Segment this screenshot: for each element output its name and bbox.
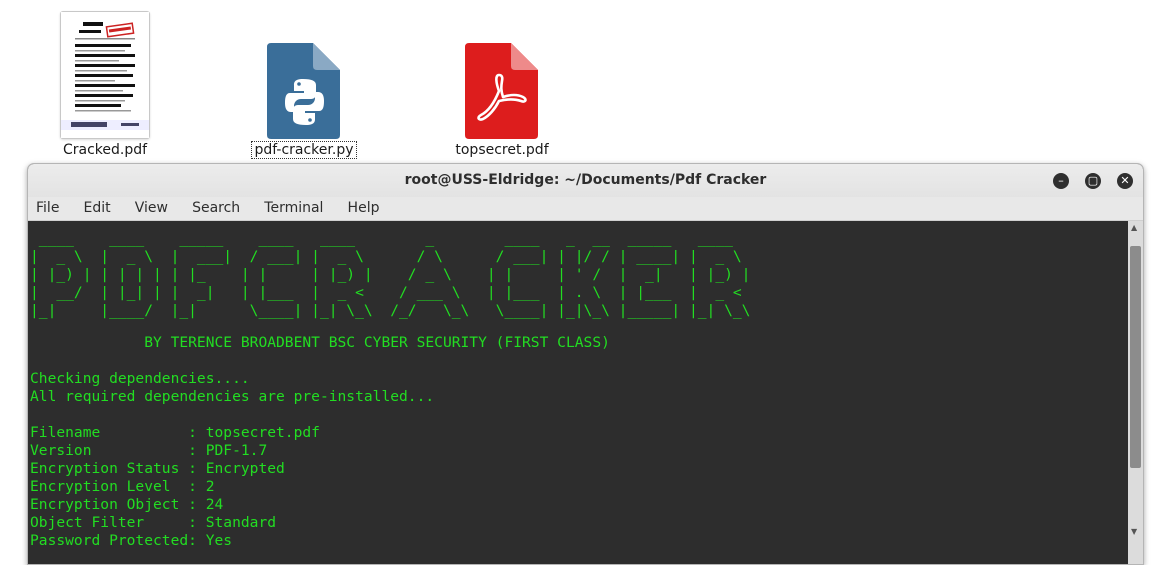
output-line: Version : PDF-1.7 xyxy=(30,442,268,459)
menu-view[interactable]: View xyxy=(135,197,168,220)
output-line: Encryption Level : 2 xyxy=(30,478,215,495)
maximize-icon[interactable]: ▢ xyxy=(1085,173,1101,189)
file-label: topsecret.pdf xyxy=(455,142,549,158)
window-titlebar[interactable]: root@USS-Eldridge: ~/Documents/Pdf Crack… xyxy=(28,164,1143,197)
output-line: Checking dependencies.... xyxy=(30,370,250,387)
scroll-down-icon[interactable]: ▼ xyxy=(1131,527,1137,536)
pdf-thumbnail-icon xyxy=(60,11,150,139)
menu-search[interactable]: Search xyxy=(192,197,240,220)
minimize-icon[interactable]: – xyxy=(1053,173,1069,189)
output-line: Object Filter : Standard xyxy=(30,514,277,531)
menu-bar: File Edit View Search Terminal Help xyxy=(28,197,1143,221)
byline: BY TERENCE BROADBENT BSC CYBER SECURITY … xyxy=(30,334,610,351)
output-line: Filename : topsecret.pdf xyxy=(30,424,320,441)
close-icon[interactable]: ✕ xyxy=(1117,173,1133,189)
file-label: pdf-cracker.py xyxy=(234,141,374,159)
terminal-output[interactable]: ____ ____ _____ ____ ____ _ ____ _ __ __… xyxy=(28,221,1128,564)
vertical-scrollbar[interactable]: ▲ ▼ xyxy=(1128,221,1143,564)
output-line: Encryption Object : 24 xyxy=(30,496,224,513)
menu-terminal[interactable]: Terminal xyxy=(264,197,323,220)
menu-edit[interactable]: Edit xyxy=(84,197,111,220)
scroll-thumb[interactable] xyxy=(1130,246,1141,468)
output-line: All required dependencies are pre-instal… xyxy=(30,388,435,405)
pdf-file-icon xyxy=(465,43,538,139)
menu-help[interactable]: Help xyxy=(348,197,380,220)
terminal-window[interactable]: root@USS-Eldridge: ~/Documents/Pdf Crack… xyxy=(27,163,1144,565)
output-line: Password Protected: Yes xyxy=(30,532,233,549)
window-title: root@USS-Eldridge: ~/Documents/Pdf Crack… xyxy=(404,172,767,188)
scroll-up-icon[interactable]: ▲ xyxy=(1131,223,1137,232)
output-line: Encryption Status : Encrypted xyxy=(30,460,285,477)
menu-file[interactable]: File xyxy=(36,197,59,220)
ascii-banner: ____ ____ _____ ____ ____ _ ____ _ __ __… xyxy=(30,230,751,319)
file-label: Cracked.pdf xyxy=(62,142,148,158)
python-file-icon xyxy=(267,43,340,139)
output-text: BY TERENCE BROADBENT BSC CYBER SECURITY … xyxy=(28,320,1128,550)
